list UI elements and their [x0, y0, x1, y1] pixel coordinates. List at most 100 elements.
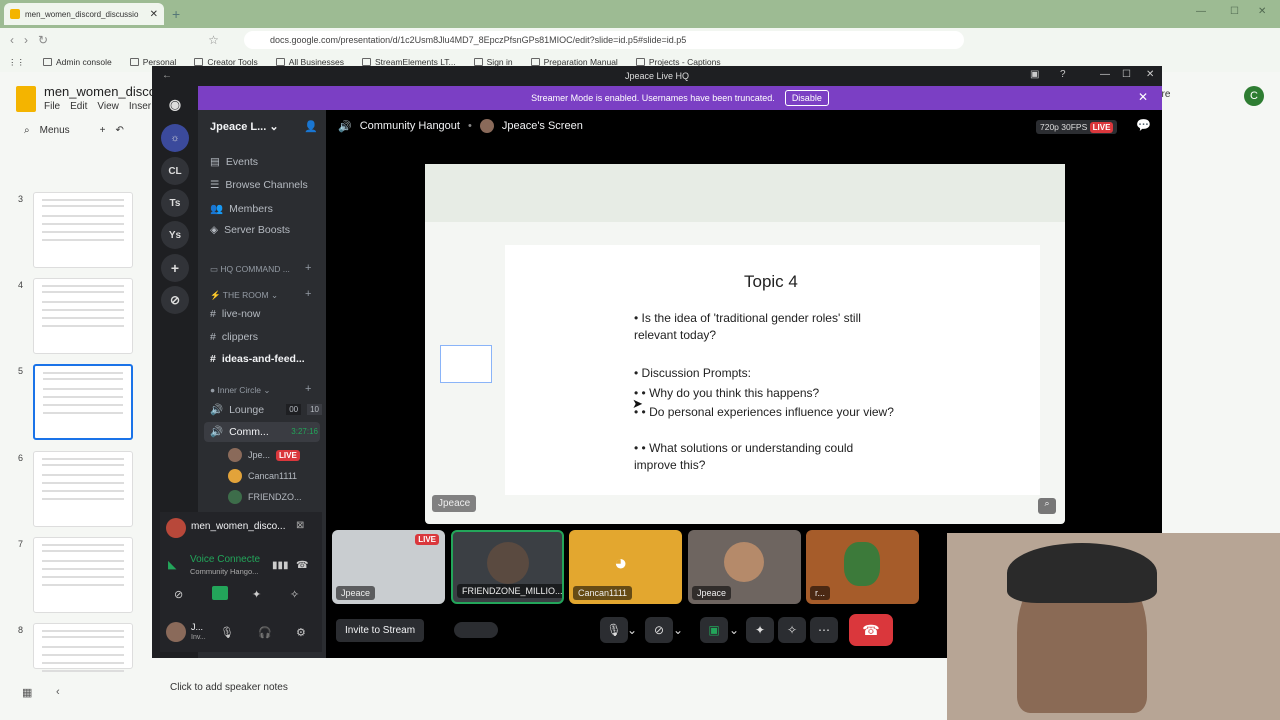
- voice-lounge[interactable]: 🔊 Lounge 00 10: [210, 403, 322, 416]
- guild-ys[interactable]: Ys: [161, 221, 189, 249]
- close-window-icon[interactable]: ✕: [1258, 6, 1266, 17]
- back-arrow-icon[interactable]: ←: [162, 70, 172, 81]
- stream-viewers-avatars[interactable]: [454, 622, 498, 638]
- voice-member[interactable]: FRIENDZO...: [228, 490, 302, 504]
- participant-tile[interactable]: r...: [806, 530, 919, 604]
- user-avatar[interactable]: [166, 622, 186, 642]
- activities-button[interactable]: ✦: [746, 617, 774, 643]
- stage-channel[interactable]: Community Hangout: [360, 120, 460, 132]
- menu-events[interactable]: ▤ Events: [210, 156, 258, 168]
- bookmark-0[interactable]: Admin console: [43, 57, 112, 67]
- chevron-down-icon[interactable]: ⌄: [624, 617, 640, 643]
- grid-view-icon[interactable]: ▦: [22, 686, 32, 699]
- voice-member[interactable]: Jpe... LIVE: [228, 448, 300, 462]
- channel-clippers[interactable]: # clippers: [210, 331, 258, 343]
- noise-suppression-icon[interactable]: ▮▮▮: [272, 560, 289, 571]
- account-avatar[interactable]: C: [1244, 86, 1264, 106]
- add-channel-icon[interactable]: +: [305, 288, 311, 300]
- banner-close-icon[interactable]: ✕: [1138, 90, 1148, 104]
- add-server-icon[interactable]: +: [161, 254, 189, 282]
- settings-gear-icon[interactable]: ⚙: [296, 626, 306, 639]
- menu-edit[interactable]: Edit: [70, 101, 87, 112]
- minimize-icon[interactable]: —: [1196, 6, 1206, 17]
- disconnect-button[interactable]: ☎: [849, 614, 893, 646]
- slide-thumbnail[interactable]: [33, 278, 133, 354]
- new-slide-icon[interactable]: +: [100, 125, 106, 136]
- maximize-icon[interactable]: ☐: [1230, 6, 1239, 17]
- menu-file[interactable]: File: [44, 101, 60, 112]
- search-menus-icon[interactable]: ⌕: [24, 125, 30, 136]
- invite-to-stream-button[interactable]: Invite to Stream: [336, 619, 425, 642]
- new-tab-icon[interactable]: +: [172, 6, 180, 22]
- help-icon[interactable]: ?: [1060, 69, 1066, 80]
- slide-thumbnail[interactable]: [33, 451, 133, 527]
- category-hq-command[interactable]: ▭ HQ COMMAND ...: [210, 264, 290, 275]
- voice-channel-sub[interactable]: Community Hango...: [190, 567, 258, 576]
- activities-icon[interactable]: ✦: [252, 588, 261, 601]
- slide-thumbnail-selected[interactable]: [33, 364, 133, 440]
- zoom-icon[interactable]: ⌕: [1038, 498, 1056, 514]
- participant-tile[interactable]: LIVE Jpeace: [332, 530, 445, 604]
- browser-tab[interactable]: men_women_discord_discussio ✕: [4, 3, 164, 25]
- slide-thumbnail[interactable]: [33, 192, 133, 268]
- soundboard-button[interactable]: ✧: [778, 617, 806, 643]
- guild-ts[interactable]: Ts: [161, 189, 189, 217]
- channel-ideas[interactable]: # ideas-and-feed...: [210, 353, 305, 365]
- undo-icon[interactable]: ↶: [115, 125, 123, 136]
- explore-icon[interactable]: ⊘: [161, 286, 189, 314]
- screenshare-icon[interactable]: [212, 586, 228, 600]
- close-tab-icon[interactable]: ✕: [150, 9, 158, 20]
- active-stream-name[interactable]: men_women_disco...: [191, 521, 286, 532]
- discord-minimize-icon[interactable]: —: [1100, 69, 1110, 80]
- server-name[interactable]: Jpeace L... ⌄: [210, 120, 279, 133]
- headphones-icon[interactable]: 🎧: [258, 626, 272, 639]
- disable-button[interactable]: Disable: [784, 90, 829, 106]
- back-icon[interactable]: ‹: [10, 33, 14, 47]
- soundboard-icon[interactable]: ✧: [290, 588, 299, 601]
- participant-tile[interactable]: ◕ Cancan1111: [569, 530, 682, 604]
- discord-close-icon[interactable]: ✕: [1146, 69, 1154, 80]
- address-bar[interactable]: docs.google.com/presentation/d/1c2Usm8Jl…: [244, 31, 964, 49]
- screenshare-button[interactable]: ▣: [700, 617, 728, 643]
- discord-home-icon[interactable]: ◉: [161, 90, 189, 118]
- stage-stream[interactable]: Jpeace's Screen: [502, 120, 583, 132]
- forward-icon[interactable]: ›: [24, 33, 28, 47]
- chevron-down-icon[interactable]: ⌄: [670, 617, 686, 643]
- slide-thumbnail[interactable]: [33, 537, 133, 613]
- menu-browse-channels[interactable]: ☰ Browse Channels: [210, 179, 308, 191]
- add-channel-icon[interactable]: +: [305, 262, 311, 274]
- doc-title[interactable]: men_women_discor: [44, 84, 160, 99]
- menu-view[interactable]: View: [97, 101, 119, 112]
- discord-maximize-icon[interactable]: ☐: [1122, 69, 1131, 80]
- category-the-room[interactable]: ⚡ THE ROOM ⌄: [210, 290, 278, 301]
- menu-insert[interactable]: Inser: [129, 101, 151, 112]
- add-channel-icon[interactable]: +: [305, 383, 311, 395]
- menu-members[interactable]: 👥 Members: [210, 202, 273, 216]
- inbox-icon[interactable]: ▣: [1030, 69, 1039, 80]
- voice-connected[interactable]: Voice Connecte: [190, 554, 260, 565]
- participant-tile[interactable]: Jpeace: [688, 530, 801, 604]
- camera-off-button[interactable]: ⊘: [645, 617, 673, 643]
- disconnect-icon[interactable]: ☎: [296, 560, 308, 571]
- guild-cl[interactable]: CL: [161, 157, 189, 185]
- stop-stream-icon[interactable]: ⊠: [296, 520, 304, 531]
- reload-icon[interactable]: ↻: [38, 33, 48, 47]
- chat-bubble-icon[interactable]: 💬: [1136, 118, 1151, 132]
- participant-tile[interactable]: FRIENDZONE_MILLIO...: [451, 530, 564, 604]
- camera-off-icon[interactable]: ⊘: [174, 588, 183, 601]
- microphone-icon[interactable]: 🎙: [220, 626, 234, 639]
- speaker-notes[interactable]: Click to add speaker notes: [170, 682, 288, 693]
- invite-people-icon[interactable]: 👤: [304, 120, 318, 133]
- apps-icon[interactable]: ⋮⋮: [8, 57, 25, 68]
- category-inner-circle[interactable]: ● Inner Circle ⌄: [210, 385, 270, 396]
- more-options-button[interactable]: ⋯: [810, 617, 838, 643]
- chevron-down-icon[interactable]: ⌄: [726, 617, 742, 643]
- menu-server-boosts[interactable]: ◈ Server Boosts: [210, 224, 290, 236]
- collapse-icon[interactable]: ‹: [56, 686, 60, 698]
- bookmark-icon[interactable]: ☆: [208, 33, 219, 47]
- server-avatar-icon[interactable]: ☼: [161, 124, 189, 152]
- voice-community[interactable]: 🔊 Comm... 3:27:16: [210, 425, 318, 439]
- channel-live-now[interactable]: # live-now: [210, 308, 260, 320]
- menus-label[interactable]: Menus: [40, 125, 70, 136]
- slide-thumbnail[interactable]: [33, 623, 133, 669]
